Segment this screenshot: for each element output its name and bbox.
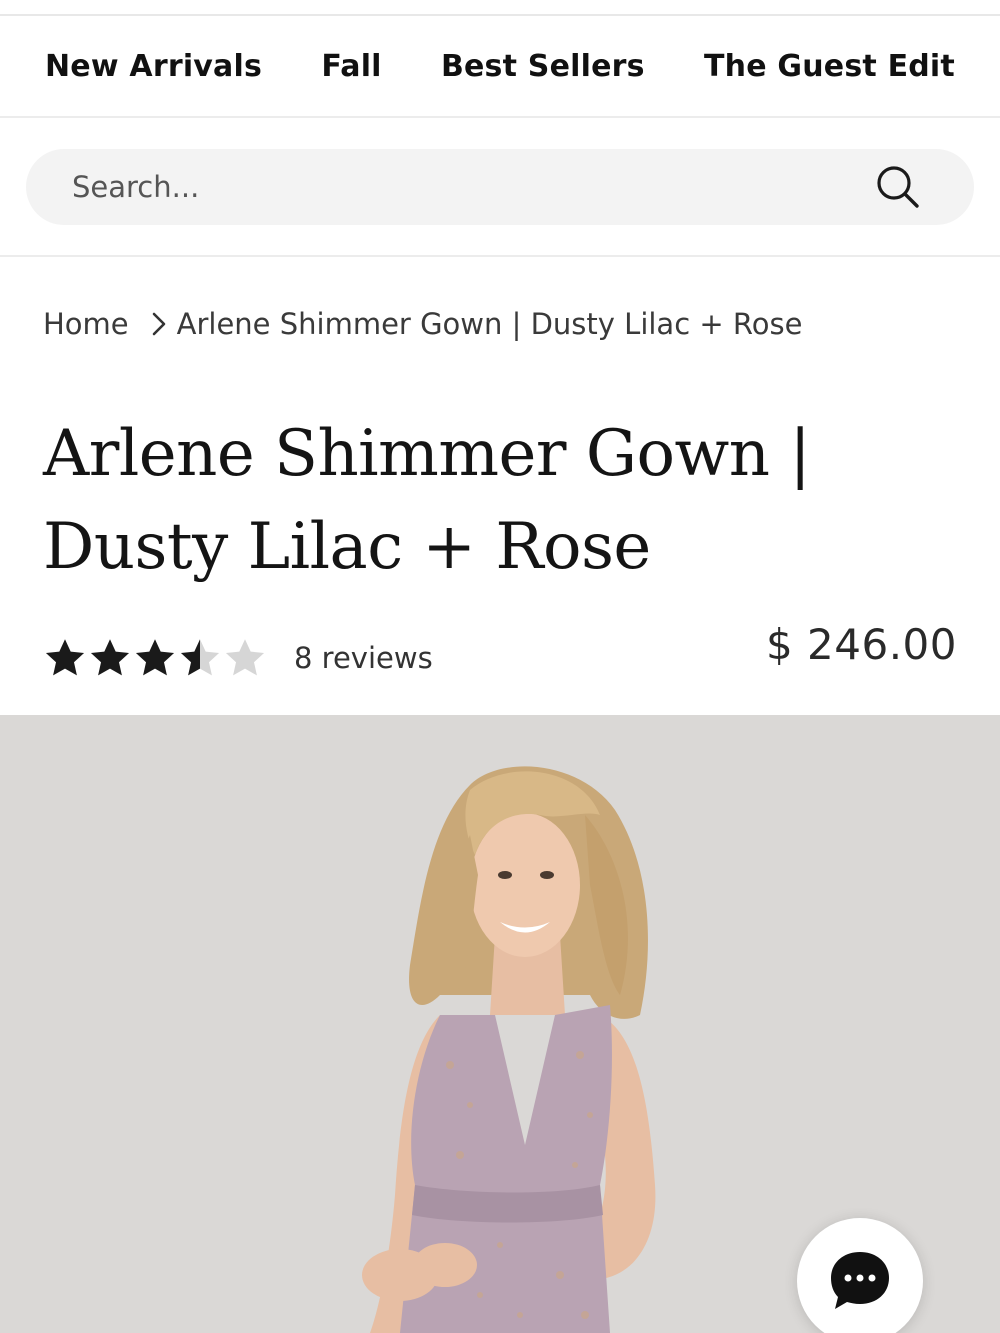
product-title: Arlene Shimmer Gown | Dusty Lilac + Rose <box>43 408 943 594</box>
rating-row: 8 reviews <box>43 628 433 688</box>
search-button[interactable] <box>874 163 922 211</box>
chat-button[interactable] <box>797 1218 923 1333</box>
search-input[interactable] <box>72 149 852 225</box>
search-bar <box>26 149 974 225</box>
breadcrumb-current: Arlene Shimmer Gown | Dusty Lilac + Rose <box>176 307 803 341</box>
product-title-line-1: Arlene Shimmer Gown | <box>43 417 811 491</box>
star-icon <box>135 639 175 676</box>
nav-item-the-guest-edit[interactable]: The Guest Edit <box>704 49 955 84</box>
nav-item-fall[interactable]: Fall <box>321 49 381 84</box>
breadcrumb-home-link[interactable]: Home <box>43 307 129 341</box>
reviews-link[interactable]: 8 reviews <box>294 641 433 675</box>
product-title-line-2: Dusty Lilac + Rose <box>43 510 651 584</box>
chat-bubble-icon <box>831 1252 889 1309</box>
star-empty-icon <box>225 639 265 676</box>
star-half-icon <box>180 639 220 676</box>
search-divider <box>0 255 1000 257</box>
top-navigation: New Arrivals Fall Best Sellers The Guest… <box>0 16 1000 116</box>
product-price: $ 246.00 <box>765 620 957 669</box>
breadcrumb: Home Arlene Shimmer Gown | Dusty Lilac +… <box>43 300 802 348</box>
nav-item-new-arrivals[interactable]: New Arrivals <box>45 49 262 84</box>
chevron-right-icon <box>151 311 167 337</box>
nav-item-best-sellers[interactable]: Best Sellers <box>441 49 645 84</box>
search-icon <box>877 166 919 208</box>
nav-divider <box>0 116 1000 118</box>
star-icon <box>90 639 130 676</box>
star-icon <box>45 639 85 676</box>
star-rating[interactable] <box>43 636 268 680</box>
